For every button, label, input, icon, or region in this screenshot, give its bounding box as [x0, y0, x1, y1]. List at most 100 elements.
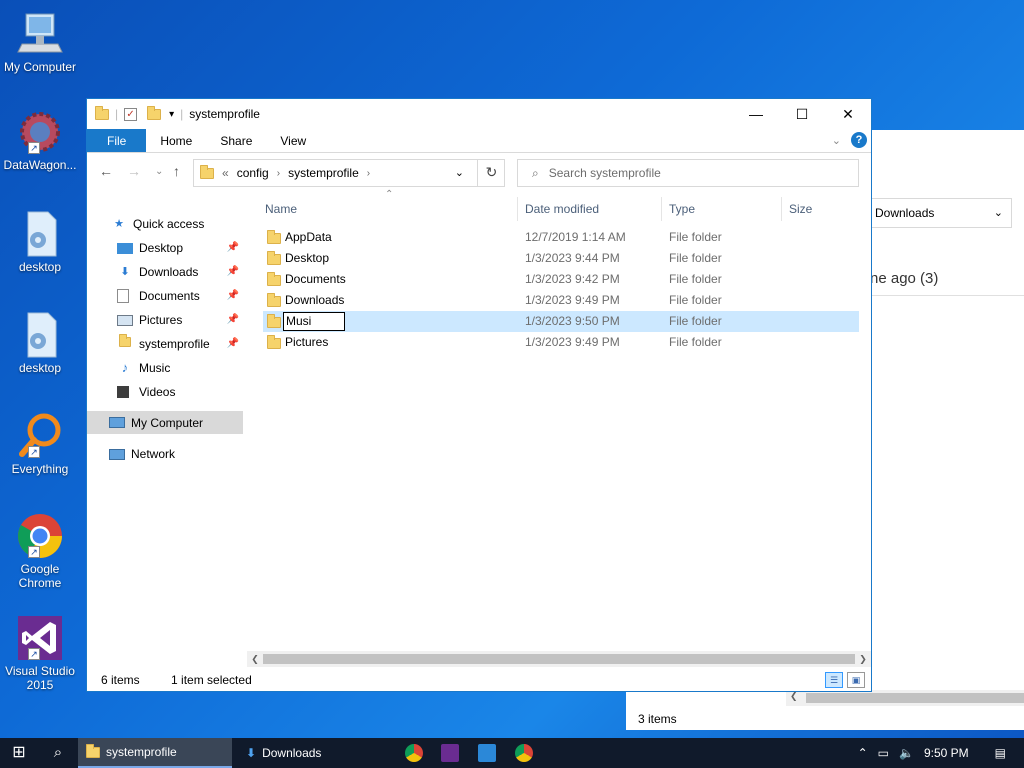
breadcrumb-overflow-icon[interactable]: « — [222, 166, 229, 180]
customize-toolbar-icon[interactable]: ▾ — [169, 109, 174, 120]
recent-locations-icon[interactable]: ⌄ — [155, 166, 163, 177]
nav-item-music[interactable]: ♪ Music — [117, 357, 243, 379]
column-header-size[interactable]: Size — [783, 195, 853, 223]
address-bar[interactable]: « config › systemprofile › ⌄ — [193, 159, 505, 187]
column-header-name[interactable]: Name — [259, 195, 513, 223]
desktop-icon-datawagon[interactable]: ↗ DataWagon... — [2, 108, 78, 172]
tab-file[interactable]: File — [87, 129, 147, 152]
quick-access-toolbar: | ✓ ▾ | — [95, 105, 184, 121]
table-row-selected[interactable]: Musi 1/3/2023 9:50 PM File folder — [263, 311, 859, 332]
new-folder-icon[interactable] — [147, 105, 162, 120]
large-icons-view-icon[interactable]: ▣ — [847, 672, 865, 688]
background-address-dropdown[interactable]: Downloads ⌄ — [868, 198, 1012, 228]
minimize-button[interactable]: — — [733, 99, 779, 129]
chevron-right-icon[interactable]: › — [277, 168, 280, 179]
volume-icon[interactable]: 🔈 — [899, 746, 914, 760]
table-row[interactable]: AppData 12/7/2019 1:14 AM File folder — [263, 227, 859, 248]
nav-item-systemprofile[interactable]: systemprofile 📌 — [117, 333, 243, 355]
search-icon[interactable]: ⌕ — [40, 738, 76, 768]
horizontal-scrollbar[interactable]: ❮ ❯ — [247, 651, 871, 667]
chrome-icon[interactable] — [515, 744, 533, 762]
scroll-right-icon[interactable]: ❯ — [855, 651, 871, 667]
view-switcher: ☰ ▣ — [825, 672, 865, 688]
table-row[interactable]: Desktop 1/3/2023 9:44 PM File folder — [263, 248, 859, 269]
forward-button[interactable]: → — [127, 163, 141, 179]
scroll-left-icon[interactable]: ❮ — [247, 651, 263, 667]
desktop-icon-my-computer[interactable]: My Computer — [2, 10, 78, 74]
notifications-icon[interactable]: ▤ — [995, 746, 1006, 760]
taskbar-item-downloads[interactable]: ⬇ Downloads — [238, 738, 392, 768]
details-view-icon[interactable]: ☰ — [825, 672, 843, 688]
chrome-icon[interactable] — [405, 744, 423, 762]
desktop-icon-visual-studio[interactable]: ↗ Visual Studio 2015 — [2, 614, 78, 692]
file-type: File folder — [669, 335, 722, 349]
pin-icon[interactable]: 📌 — [227, 314, 239, 325]
scrollbar-thumb[interactable] — [263, 654, 855, 664]
explorer-window[interactable]: | ✓ ▾ | systemprofile — ☐ ✕ File Home Sh… — [86, 98, 872, 692]
table-row[interactable]: Downloads 1/3/2023 9:49 PM File folder — [263, 290, 859, 311]
file-name: Desktop — [285, 251, 330, 265]
column-header-type[interactable]: Type — [663, 195, 775, 223]
visual-studio-icon[interactable] — [441, 744, 459, 762]
toolbar-separator: | — [115, 107, 119, 121]
tab-share[interactable]: Share — [206, 129, 266, 152]
nav-item-network[interactable]: Network — [109, 443, 243, 465]
search-input[interactable]: ⌕ Search systemprofile — [517, 159, 859, 187]
pin-icon[interactable]: 📌 — [227, 338, 239, 349]
chevron-right-icon[interactable]: › — [367, 168, 370, 179]
address-dropdown-icon[interactable]: ⌄ — [455, 166, 464, 179]
desktop-icon-desktop-2[interactable]: desktop — [2, 311, 78, 375]
tab-view[interactable]: View — [266, 129, 320, 152]
properties-icon[interactable]: ✓ — [124, 107, 138, 121]
tab-home[interactable]: Home — [146, 129, 206, 152]
desktop-icon-google-chrome[interactable]: ↗ Google Chrome — [2, 512, 78, 590]
desktop-icon-label: Everything — [11, 462, 69, 476]
close-button[interactable]: ✕ — [825, 99, 871, 129]
file-type: File folder — [669, 272, 722, 286]
help-icon[interactable]: ? — [851, 132, 867, 148]
toolbar-separator: | — [180, 107, 184, 121]
nav-item-pictures[interactable]: Pictures 📌 — [117, 309, 243, 331]
folder-icon — [267, 251, 281, 265]
desktop-icon-desktop-1[interactable]: desktop — [2, 210, 78, 274]
table-row[interactable]: Documents 1/3/2023 9:42 PM File folder — [263, 269, 859, 290]
taskbar: ⊞ ⌕ systemprofile ⬇ Downloads ⌃ ▭ 🔈 9:50… — [0, 738, 1024, 768]
taskbar-item-systemprofile[interactable]: systemprofile — [78, 738, 232, 768]
film-icon — [117, 386, 129, 398]
nav-item-downloads[interactable]: ⬇ Downloads 📌 — [117, 261, 243, 283]
start-button[interactable]: ⊞ — [0, 738, 38, 768]
folder-icon — [267, 230, 281, 244]
file-date: 1/3/2023 9:50 PM — [525, 314, 620, 328]
title-bar[interactable]: | ✓ ▾ | systemprofile — ☐ ✕ — [87, 99, 871, 129]
monitor-icon — [16, 10, 64, 58]
taskbar-item-label: Downloads — [262, 746, 322, 760]
breadcrumb-config[interactable]: config — [237, 166, 269, 180]
back-button[interactable]: ← — [99, 163, 113, 179]
pin-icon[interactable]: 📌 — [227, 266, 239, 277]
nav-item-desktop[interactable]: Desktop 📌 — [117, 237, 243, 259]
table-row[interactable]: Pictures 1/3/2023 9:49 PM File folder — [263, 332, 859, 353]
show-hidden-icons-icon[interactable]: ⌃ — [858, 746, 868, 760]
pin-icon[interactable]: 📌 — [227, 290, 239, 301]
nav-item-videos[interactable]: Videos — [117, 381, 243, 403]
column-header-date-modified[interactable]: Date modified — [519, 195, 659, 223]
column-divider[interactable] — [517, 197, 518, 221]
up-button[interactable]: ↑ — [173, 163, 180, 179]
nav-item-documents[interactable]: Documents 📌 — [117, 285, 243, 307]
network-icon[interactable]: ▭ — [878, 746, 889, 760]
clock[interactable]: 9:50 PM — [924, 746, 969, 760]
expand-ribbon-icon[interactable]: ⌄ — [832, 134, 841, 147]
pin-icon[interactable]: 📌 — [227, 242, 239, 253]
folder-icon — [86, 743, 100, 758]
nav-item-my-computer[interactable]: My Computer — [87, 411, 243, 434]
column-divider[interactable] — [781, 197, 782, 221]
desktop-icon-everything[interactable]: ↗ Everything — [2, 412, 78, 476]
maximize-button[interactable]: ☐ — [779, 99, 825, 129]
column-divider[interactable] — [661, 197, 662, 221]
breadcrumb-systemprofile[interactable]: systemprofile — [288, 166, 359, 180]
background-address-text: Downloads — [875, 206, 935, 220]
app-grid-icon[interactable] — [478, 744, 496, 762]
rename-input[interactable]: Musi — [283, 312, 345, 331]
refresh-button[interactable]: ↻ — [477, 159, 505, 187]
nav-quick-access[interactable]: ★ Quick access — [111, 213, 243, 235]
